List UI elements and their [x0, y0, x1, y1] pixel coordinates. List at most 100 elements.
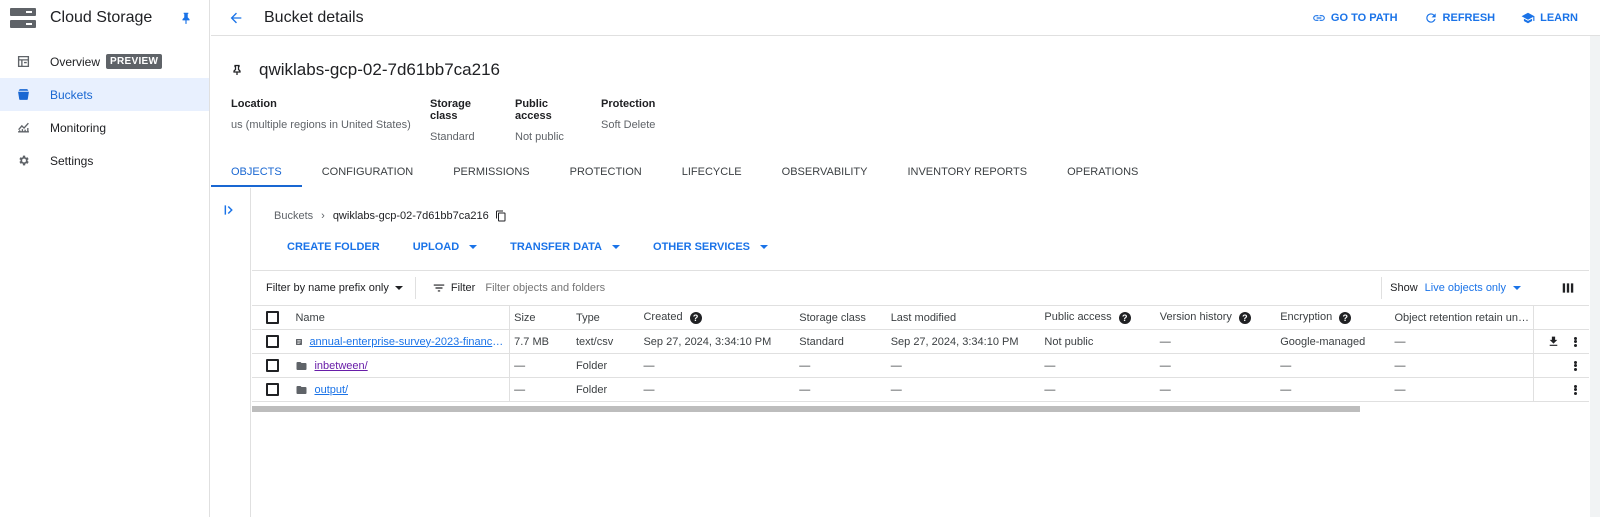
breadcrumb-buckets[interactable]: Buckets — [274, 210, 313, 222]
col-public-access[interactable]: Public access? — [1040, 305, 1156, 330]
type-cell: Folder — [571, 377, 640, 402]
learn-button[interactable]: LEARN — [1521, 11, 1578, 25]
back-arrow-icon[interactable] — [226, 8, 246, 28]
folder-icon — [296, 385, 307, 394]
row-actions-cell — [1533, 353, 1589, 378]
object-link[interactable]: annual-enterprise-survey-2023-financial-… — [309, 336, 505, 348]
sidebar: Cloud Storage Overview PREVIEW Buckets M… — [0, 0, 210, 517]
chevron-right-icon: › — [321, 210, 325, 222]
col-created[interactable]: Created? — [639, 305, 796, 330]
row-checkbox[interactable] — [266, 335, 279, 348]
expand-panel-icon[interactable] — [222, 202, 238, 218]
refresh-label: REFRESH — [1442, 11, 1496, 24]
help-icon[interactable]: ? — [689, 311, 702, 324]
col-encryption[interactable]: Encryption? — [1276, 305, 1391, 330]
version-history-cell: — — [1155, 353, 1277, 378]
sidebar-item-label: Settings — [50, 153, 94, 168]
top-bar: Bucket details GO TO PATH REFRESH LEARN — [211, 0, 1600, 36]
horizontal-scrollbar[interactable] — [252, 406, 1360, 412]
monitoring-icon — [16, 121, 30, 135]
table-row[interactable]: annual-enterprise-survey-2023-financial-… — [252, 329, 1589, 354]
version-history-cell: — — [1155, 329, 1277, 354]
overview-icon — [16, 55, 30, 69]
tab-bar: OBJECTS CONFIGURATION PERMISSIONS PROTEC… — [211, 157, 1600, 187]
refresh-button[interactable]: REFRESH — [1424, 11, 1496, 25]
col-public-access-label: Public access — [1044, 311, 1112, 324]
page-title: Bucket details — [264, 8, 364, 26]
version-history-cell: — — [1155, 377, 1277, 402]
more-vert-icon[interactable] — [1574, 360, 1577, 371]
retention-cell: — — [1390, 353, 1534, 378]
row-checkbox[interactable] — [266, 383, 279, 396]
last-modified-cell: Sep 27, 2024, 3:34:10 PM — [886, 329, 1041, 354]
tab-operations[interactable]: OPERATIONS — [1047, 157, 1158, 187]
tab-lifecycle[interactable]: LIFECYCLE — [662, 157, 762, 187]
storage-class-cell: Standard — [795, 329, 887, 354]
public-access-cell: Not public — [1040, 329, 1156, 354]
other-services-button[interactable]: OTHER SERVICES — [653, 241, 769, 253]
copy-icon[interactable] — [495, 210, 507, 222]
folder-icon — [296, 361, 307, 370]
create-folder-button[interactable]: CREATE FOLDER — [287, 241, 380, 253]
tab-configuration[interactable]: CONFIGURATION — [302, 157, 433, 187]
more-vert-icon[interactable] — [1574, 384, 1577, 395]
tab-permissions[interactable]: PERMISSIONS — [433, 157, 549, 187]
more-vert-icon[interactable] — [1574, 336, 1577, 347]
folder-link[interactable]: inbetween/ — [314, 360, 367, 372]
upload-button[interactable]: UPLOAD — [413, 241, 478, 253]
col-actions — [1533, 305, 1589, 330]
table-row[interactable]: output/ — Folder — — — — — — — — [252, 377, 1589, 402]
public-access-cell: — — [1040, 377, 1156, 402]
pin-icon[interactable] — [179, 11, 193, 25]
type-cell: Folder — [571, 353, 640, 378]
learn-label: LEARN — [1540, 11, 1578, 24]
column-display-icon[interactable] — [1561, 281, 1575, 295]
row-checkbox[interactable] — [266, 359, 279, 372]
filter-prefix-dropdown[interactable]: Filter by name prefix only — [266, 276, 416, 299]
storage-class-cell: — — [795, 377, 887, 402]
go-to-path-button[interactable]: GO TO PATH — [1312, 11, 1398, 25]
sidebar-item-overview[interactable]: Overview PREVIEW — [0, 45, 209, 78]
encryption-cell: Google-managed — [1276, 329, 1391, 354]
show-select[interactable]: Live objects only — [1425, 282, 1521, 294]
col-last-modified[interactable]: Last modified — [886, 305, 1041, 330]
tab-observability[interactable]: OBSERVABILITY — [762, 157, 888, 187]
tab-protection[interactable]: PROTECTION — [550, 157, 662, 187]
tab-inventory-reports[interactable]: INVENTORY REPORTS — [887, 157, 1047, 187]
panel-divider — [250, 188, 251, 517]
created-cell: Sep 27, 2024, 3:34:10 PM — [639, 329, 796, 354]
col-storage-class[interactable]: Storage class — [795, 305, 887, 330]
vertical-scrollbar[interactable] — [1590, 36, 1600, 517]
help-icon[interactable]: ? — [1339, 311, 1352, 324]
tab-objects[interactable]: OBJECTS — [211, 157, 302, 187]
filter-prefix-label: Filter by name prefix only — [266, 281, 389, 294]
bucket-icon — [16, 88, 30, 102]
help-icon[interactable]: ? — [1238, 311, 1251, 324]
filter-label: Filter — [450, 281, 476, 294]
select-all-checkbox[interactable] — [266, 311, 279, 324]
folder-link[interactable]: output/ — [314, 384, 348, 396]
pin-outline-icon[interactable] — [231, 64, 243, 76]
gear-icon — [16, 154, 30, 168]
go-to-path-label: GO TO PATH — [1330, 11, 1398, 24]
table-row[interactable]: inbetween/ — Folder — — — — — — — — [252, 353, 1589, 378]
help-icon[interactable]: ? — [1118, 311, 1131, 324]
download-icon[interactable] — [1547, 335, 1560, 348]
prop-location: Location us (multiple regions in United … — [231, 98, 411, 143]
col-retention[interactable]: Object retention retain until time — [1390, 305, 1534, 330]
sidebar-item-monitoring[interactable]: Monitoring — [0, 111, 209, 144]
col-encryption-label: Encryption — [1280, 311, 1333, 324]
filter-input[interactable] — [485, 281, 886, 294]
row-select-cell — [252, 329, 292, 354]
show-filter: Show Live objects only — [1381, 276, 1521, 299]
col-size[interactable]: Size — [509, 305, 572, 330]
col-version-history[interactable]: Version history? — [1155, 305, 1277, 330]
sidebar-item-buckets[interactable]: Buckets — [0, 78, 209, 111]
col-type[interactable]: Type — [571, 305, 640, 330]
col-name[interactable]: Name — [291, 305, 510, 330]
row-select-cell — [252, 377, 292, 402]
caret-down-icon — [469, 245, 478, 249]
sidebar-item-settings[interactable]: Settings — [0, 144, 209, 177]
file-icon — [296, 338, 303, 345]
transfer-data-button[interactable]: TRANSFER DATA — [510, 241, 621, 253]
